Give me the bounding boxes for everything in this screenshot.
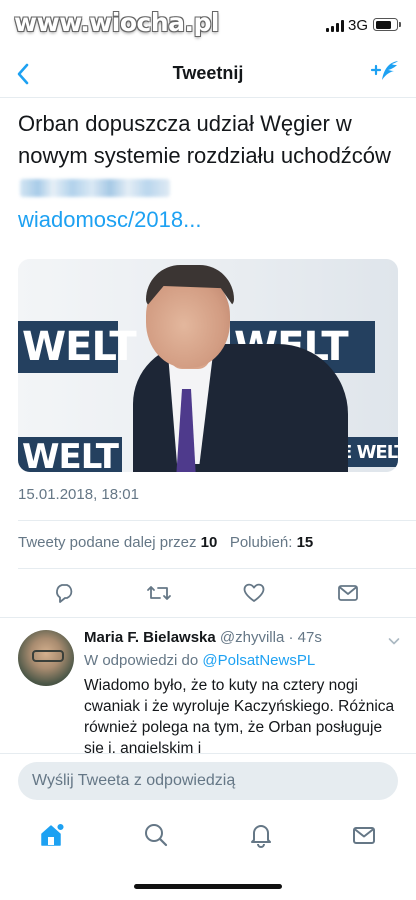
welt-logo: WELT xyxy=(18,437,122,472)
likes-label[interactable]: Polubień: xyxy=(230,534,293,551)
redacted-link-blur xyxy=(20,179,170,197)
home-indicator[interactable] xyxy=(134,884,282,889)
welt-logo: WELT xyxy=(18,321,137,373)
reply-context: W odpowiedzi do @PolsatNewsPL xyxy=(84,651,315,671)
reply-icon[interactable] xyxy=(52,580,78,606)
reply-input[interactable]: Wyślij Tweeta z odpowiedzią xyxy=(18,762,398,800)
reply-author-handle: @zhyvilla · 47s xyxy=(219,629,322,646)
divider xyxy=(18,568,416,569)
battery-level xyxy=(375,20,391,29)
notifications-icon[interactable] xyxy=(246,820,276,850)
messages-icon[interactable] xyxy=(349,820,379,850)
avatar[interactable] xyxy=(18,630,74,686)
search-icon[interactable] xyxy=(141,820,171,850)
tweet-media-image[interactable]: WELT WELT WELT E WELT xyxy=(18,259,398,472)
reply-composer-bar: Wyślij Tweeta z odpowiedzią xyxy=(0,753,416,809)
compose-tweet-icon[interactable] xyxy=(370,58,402,88)
page-title: Tweetnij xyxy=(172,63,244,83)
like-icon[interactable] xyxy=(241,580,267,606)
navigation-bar: Tweetnij xyxy=(0,50,416,98)
tweet-body: Orban dopuszcza udział Węgier w nowym sy… xyxy=(18,111,391,168)
likes-count[interactable]: 15 xyxy=(297,534,314,551)
watermark-logo: www.wiocha.pl xyxy=(14,8,219,37)
person-suit xyxy=(133,344,348,472)
reply-author-name[interactable]: Maria F. Bielawska xyxy=(84,629,216,646)
retweet-icon[interactable] xyxy=(146,580,172,606)
reply-tweet[interactable]: Maria F. Bielawska @zhyvilla · 47s W odp… xyxy=(0,618,416,753)
tab-bar xyxy=(0,810,416,862)
reply-to-mention[interactable]: @PolsatNewsPL xyxy=(202,652,315,669)
chevron-down-icon[interactable] xyxy=(388,634,400,646)
signal-icon xyxy=(326,20,344,32)
divider xyxy=(18,520,416,521)
reply-to-label: W odpowiedzi do xyxy=(84,652,199,669)
retweets-count[interactable]: 10 xyxy=(201,534,218,551)
battery-icon xyxy=(373,18,401,31)
home-icon[interactable] xyxy=(38,820,68,850)
retweets-label[interactable]: Tweety podane dalej przez xyxy=(18,534,196,551)
share-icon[interactable] xyxy=(335,580,361,606)
status-bar: www.wiocha.pl 3G xyxy=(0,0,416,50)
network-type: 3G xyxy=(348,17,369,34)
tweet-stats: Tweety podane dalej przez 10 Polubień: 1… xyxy=(18,534,313,551)
tweet-link[interactable]: wiadomosc/2018... xyxy=(18,207,201,232)
tweet-timestamp: 15.01.2018, 18:01 xyxy=(18,486,139,503)
reply-header: Maria F. Bielawska @zhyvilla · 47s xyxy=(84,628,322,648)
tweet-text: Orban dopuszcza udział Węgier w nowym sy… xyxy=(18,108,398,236)
reply-text: Wiadomo było, że to kuty na cztery nogi … xyxy=(84,677,395,753)
tweet-actions xyxy=(0,572,416,612)
